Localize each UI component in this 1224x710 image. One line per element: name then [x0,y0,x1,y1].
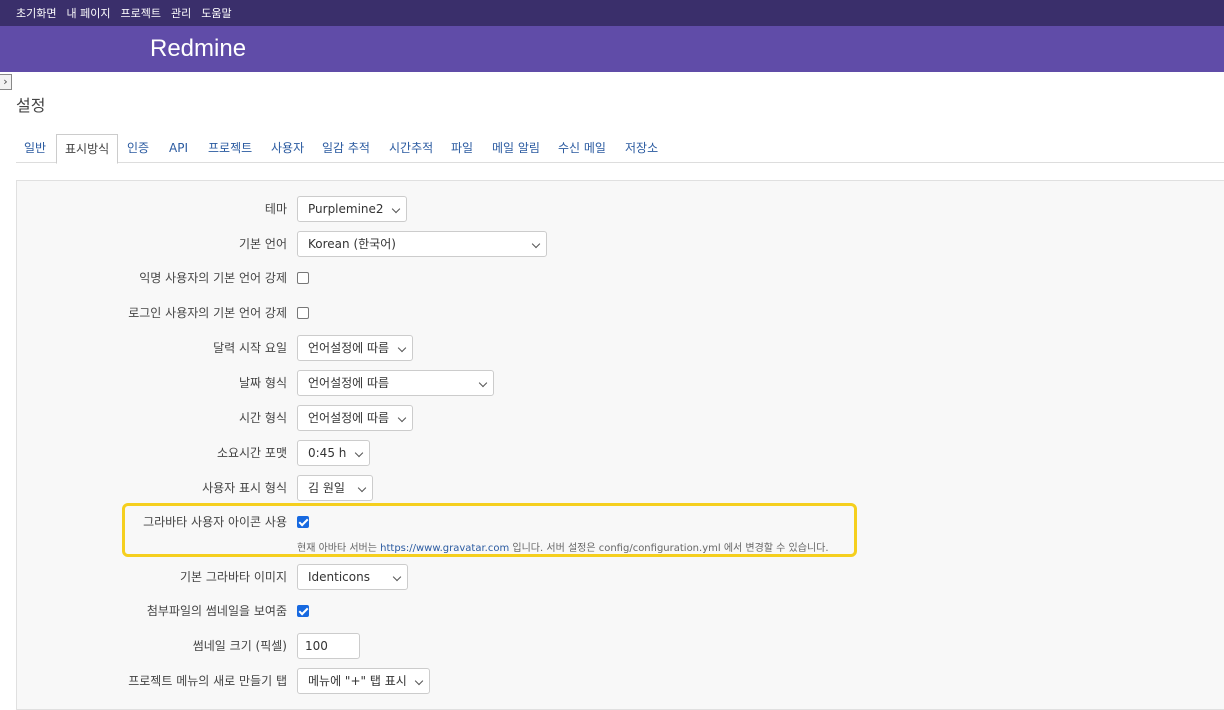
settings-tabs: 일반 표시방식 인증 API 프로젝트 사용자 일감 추적 시간추적 파일 메일… [16,134,1224,164]
top-menu-home[interactable]: 초기화면 [16,5,56,21]
setting-label-timespan-format: 소요시간 포맷 [216,446,287,460]
setting-label-date-format: 날짜 형식 [239,376,287,390]
thumbnails-enabled-checkbox[interactable] [297,605,309,617]
tab-general[interactable]: 일반 [16,134,54,163]
top-menu-help[interactable]: 도움말 [201,5,231,21]
setting-row-start-of-week: 달력 시작 요일 언어설정에 따름 [0,335,1224,361]
tab-api[interactable]: API [161,134,196,163]
force-language-anonymous-checkbox[interactable] [297,272,309,284]
timespan-format-select[interactable]: 0:45 h [297,440,370,466]
setting-row-force-language-anonymous: 익명 사용자의 기본 언어 강제 [0,265,1224,291]
tab-email-notifications[interactable]: 메일 알림 [484,134,548,163]
top-menu-bar: 초기화면 내 페이지 프로젝트 관리 도움말 [0,0,1224,26]
date-format-select-value: 언어설정에 따름 [308,376,390,390]
theme-select-value: Purplemine2 [308,202,384,216]
top-menu-projects[interactable]: 프로젝트 [120,5,160,21]
tab-files[interactable]: 파일 [443,134,481,163]
setting-label-default-language: 기본 언어 [239,237,287,251]
setting-label-force-language-logged-in: 로그인 사용자의 기본 언어 강제 [128,306,287,320]
chevron-down-icon [392,572,402,582]
theme-select[interactable]: Purplemine2 [297,196,407,222]
top-menu: 초기화면 내 페이지 프로젝트 관리 도움말 [16,0,232,26]
start-of-week-select-value: 언어설정에 따름 [308,341,390,355]
gravatar-default-select[interactable]: Identicons [297,564,408,590]
chevron-down-icon [357,483,367,493]
setting-row-default-language: 기본 언어 Korean (한국어) [0,231,1224,257]
sidebar-toggle-icon[interactable]: › [0,74,12,90]
chevron-down-icon [531,239,541,249]
start-of-week-select[interactable]: 언어설정에 따름 [297,335,413,361]
tab-repositories[interactable]: 저장소 [617,134,666,163]
chevron-down-icon [478,378,488,388]
setting-label-time-format: 시간 형식 [239,411,287,425]
gravatar-hint-prefix: 현재 아바타 서버는 [297,543,377,554]
setting-row-thumbnails-enabled: 첨부파일의 썸네일을 보여줌 [0,598,1224,624]
setting-label-force-language-anonymous: 익명 사용자의 기본 언어 강제 [139,271,287,285]
tab-projects[interactable]: 프로젝트 [200,134,260,163]
tab-time-tracking[interactable]: 시간추적 [381,134,441,163]
tab-authentication[interactable]: 인증 [119,134,157,163]
setting-row-time-format: 시간 형식 언어설정에 따름 [0,405,1224,431]
time-format-select[interactable]: 언어설정에 따름 [297,405,413,431]
setting-label-thumbnails-enabled: 첨부파일의 썸네일을 보여줌 [146,604,287,618]
gravatar-hint: 현재 아바타 서버는 https://www.gravatar.com 입니다.… [297,539,829,554]
user-format-select-value: 김 원일 [308,481,345,495]
top-menu-admin[interactable]: 관리 [171,5,191,21]
gravatar-enabled-checkbox[interactable] [297,516,309,528]
top-menu-my-page[interactable]: 내 페이지 [66,5,110,21]
chevron-down-icon [414,676,424,686]
date-format-select[interactable]: 언어설정에 따름 [297,370,494,396]
chevron-down-icon [391,204,401,214]
setting-row-thumbnails-size: 썸네일 크기 (픽셀) 100 [0,633,1224,659]
tab-display[interactable]: 표시방식 [56,134,119,164]
setting-label-new-item-menu-tab: 프로젝트 메뉴의 새로 만들기 탭 [128,674,287,688]
setting-label-gravatar-default: 기본 그라바타 이미지 [180,570,287,584]
setting-row-user-format: 사용자 표시 형식 김 원일 [0,475,1224,501]
chevron-down-icon [397,343,407,353]
chevron-down-icon [397,413,407,423]
setting-label-theme: 테마 [264,202,287,216]
new-item-menu-tab-select-value: 메뉴에 "+" 탭 표시 [308,674,407,688]
default-language-select-value: Korean (한국어) [308,237,396,251]
setting-row-gravatar-default: 기본 그라바타 이미지 Identicons [0,564,1224,590]
new-item-menu-tab-select[interactable]: 메뉴에 "+" 탭 표시 [297,668,430,694]
gravatar-server-link[interactable]: https://www.gravatar.com [380,543,509,554]
tab-users[interactable]: 사용자 [263,134,312,163]
default-language-select[interactable]: Korean (한국어) [297,231,547,257]
gravatar-default-select-value: Identicons [308,570,370,584]
tab-incoming-emails[interactable]: 수신 메일 [550,134,614,163]
setting-label-start-of-week: 달력 시작 요일 [213,341,287,355]
user-format-select[interactable]: 김 원일 [297,475,373,501]
setting-row-timespan-format: 소요시간 포맷 0:45 h [0,440,1224,466]
thumbnails-size-input[interactable]: 100 [297,633,360,659]
setting-label-gravatar-enabled: 그라바타 사용자 아이콘 사용 [143,515,287,529]
setting-label-user-format: 사용자 표시 형식 [202,481,287,495]
gravatar-hint-suffix: 입니다. 서버 설정은 config/configuration.yml 에서 … [512,543,829,554]
setting-row-gravatar-enabled: 그라바타 사용자 아이콘 사용 [0,509,1224,535]
timespan-format-select-value: 0:45 h [308,446,347,460]
force-language-logged-in-checkbox[interactable] [297,307,309,319]
setting-label-thumbnails-size: 썸네일 크기 (픽셀) [192,639,287,653]
setting-row-date-format: 날짜 형식 언어설정에 따름 [0,370,1224,396]
setting-row-new-item-menu-tab: 프로젝트 메뉴의 새로 만들기 탭 메뉴에 "+" 탭 표시 [0,668,1224,694]
tab-issue-tracking[interactable]: 일감 추적 [314,134,378,163]
app-title[interactable]: Redmine [150,35,246,63]
time-format-select-value: 언어설정에 따름 [308,411,390,425]
setting-row-theme: 테마 Purplemine2 [0,196,1224,222]
page-title: 설정 [16,96,46,115]
setting-row-force-language-logged-in: 로그인 사용자의 기본 언어 강제 [0,300,1224,326]
chevron-down-icon [354,448,364,458]
header: Redmine [0,26,1224,72]
